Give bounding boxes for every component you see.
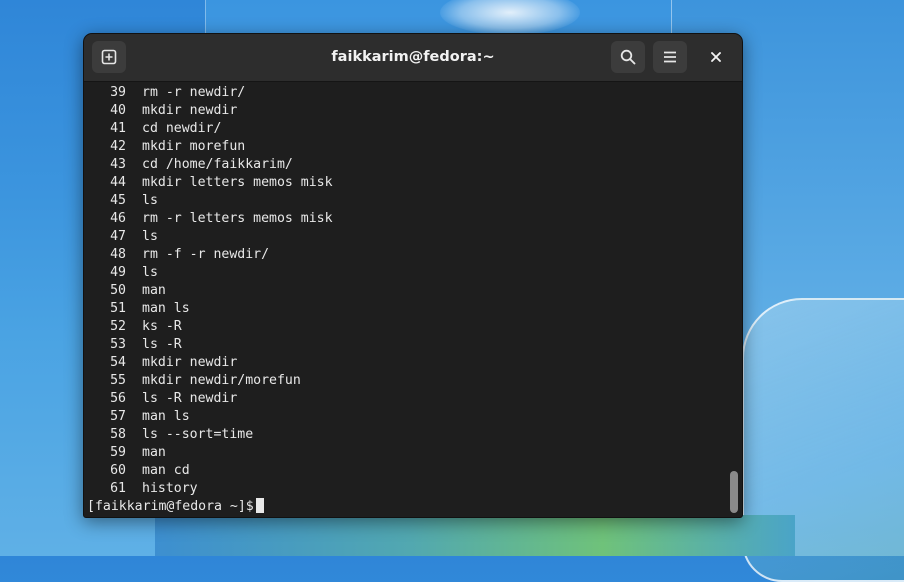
history-line: 46 rm -r letters memos misk — [84, 210, 728, 228]
shell-prompt: [faikkarim@fedora ~]$ — [87, 499, 254, 514]
history-line: 55 mkdir newdir/morefun — [84, 372, 728, 390]
history-number: 61 — [110, 481, 126, 496]
history-number: 53 — [110, 337, 126, 352]
history-command: mkdir newdir — [142, 355, 238, 370]
history-line: 45 ls — [84, 192, 728, 210]
history-line: 60 man cd — [84, 462, 728, 480]
history-command: ls — [142, 193, 158, 208]
history-line: 56 ls -R newdir — [84, 390, 728, 408]
history-command: mkdir newdir/morefun — [142, 373, 301, 388]
history-command: ks -R — [142, 319, 182, 334]
history-command: cd /home/faikkarim/ — [142, 157, 293, 172]
close-icon — [711, 52, 721, 62]
history-number: 56 — [110, 391, 126, 406]
history-line: 58 ls --sort=time — [84, 426, 728, 444]
history-command: ls --sort=time — [142, 427, 254, 442]
history-command: rm -r letters memos misk — [142, 211, 333, 226]
history-line: 47 ls — [84, 228, 728, 246]
history-command: mkdir morefun — [142, 139, 246, 154]
history-command: man — [142, 445, 166, 460]
scrollbar-thumb[interactable] — [730, 471, 738, 513]
history-number: 39 — [110, 85, 126, 100]
history-command: mkdir newdir — [142, 103, 238, 118]
history-line: 52 ks -R — [84, 318, 728, 336]
history-number: 50 — [110, 283, 126, 298]
history-number: 59 — [110, 445, 126, 460]
search-button[interactable] — [611, 41, 645, 73]
history-line: 50 man — [84, 282, 728, 300]
history-number: 46 — [110, 211, 126, 226]
history-command: ls -R — [142, 337, 182, 352]
history-command: man ls — [142, 409, 190, 424]
history-command: ls — [142, 265, 158, 280]
history-line: 57 man ls — [84, 408, 728, 426]
history-line: 53 ls -R — [84, 336, 728, 354]
terminal-output[interactable]: 39 rm -r newdir/40 mkdir newdir 41 cd newdir… — [84, 82, 728, 517]
history-number: 57 — [110, 409, 126, 424]
history-command: man — [142, 283, 166, 298]
history-line: 40 mkdir newdir — [84, 102, 728, 120]
history-number: 58 — [110, 427, 126, 442]
history-command: rm -f -r newdir/ — [142, 247, 270, 262]
history-command: ls -R newdir — [142, 391, 238, 406]
history-command: ls — [142, 229, 158, 244]
history-number: 52 — [110, 319, 126, 334]
history-number: 44 — [110, 175, 126, 190]
history-command: cd newdir/ — [142, 121, 222, 136]
history-number: 43 — [110, 157, 126, 172]
history-number: 45 — [110, 193, 126, 208]
history-command: mkdir letters memos misk — [142, 175, 333, 190]
text-cursor — [255, 498, 264, 513]
history-number: 60 — [110, 463, 126, 478]
history-number: 40 — [110, 103, 126, 118]
history-command: rm -r newdir/ — [142, 85, 246, 100]
history-command: man cd — [142, 463, 190, 478]
menu-button[interactable] — [653, 41, 687, 73]
search-icon — [620, 49, 636, 65]
history-line: 41 cd newdir/ — [84, 120, 728, 138]
wallpaper-bottom — [155, 515, 795, 556]
history-number: 49 — [110, 265, 126, 280]
history-line: 59 man — [84, 444, 728, 462]
prompt-line[interactable]: [faikkarim@fedora ~]$ — [84, 498, 728, 516]
history-line: 39 rm -r newdir/ — [84, 84, 728, 102]
scrollbar[interactable] — [730, 86, 738, 513]
history-number: 41 — [110, 121, 126, 136]
history-number: 55 — [110, 373, 126, 388]
history-command: history — [142, 481, 198, 496]
new-tab-button[interactable] — [92, 41, 126, 73]
terminal-window: faikkarim@fedora:~ 39 rm -r newdir/40 mkdi… — [83, 33, 743, 518]
history-line: 44 mkdir letters memos misk — [84, 174, 728, 192]
history-line: 48 rm -f -r newdir/ — [84, 246, 728, 264]
hamburger-menu-icon — [664, 51, 676, 63]
history-number: 54 — [110, 355, 126, 370]
history-number: 51 — [110, 301, 126, 316]
history-line: 42 mkdir morefun — [84, 138, 728, 156]
history-number: 48 — [110, 247, 126, 262]
titlebar: faikkarim@fedora:~ — [84, 34, 742, 82]
new-tab-icon — [101, 49, 117, 65]
history-command: man ls — [142, 301, 190, 316]
history-line: 61 history — [84, 480, 728, 498]
history-line: 43 cd /home/faikkarim/ — [84, 156, 728, 174]
close-button[interactable] — [704, 45, 728, 69]
history-number: 42 — [110, 139, 126, 154]
history-number: 47 — [110, 229, 126, 244]
history-line: 49 ls — [84, 264, 728, 282]
history-line: 51 man ls — [84, 300, 728, 318]
history-line: 54 mkdir newdir — [84, 354, 728, 372]
